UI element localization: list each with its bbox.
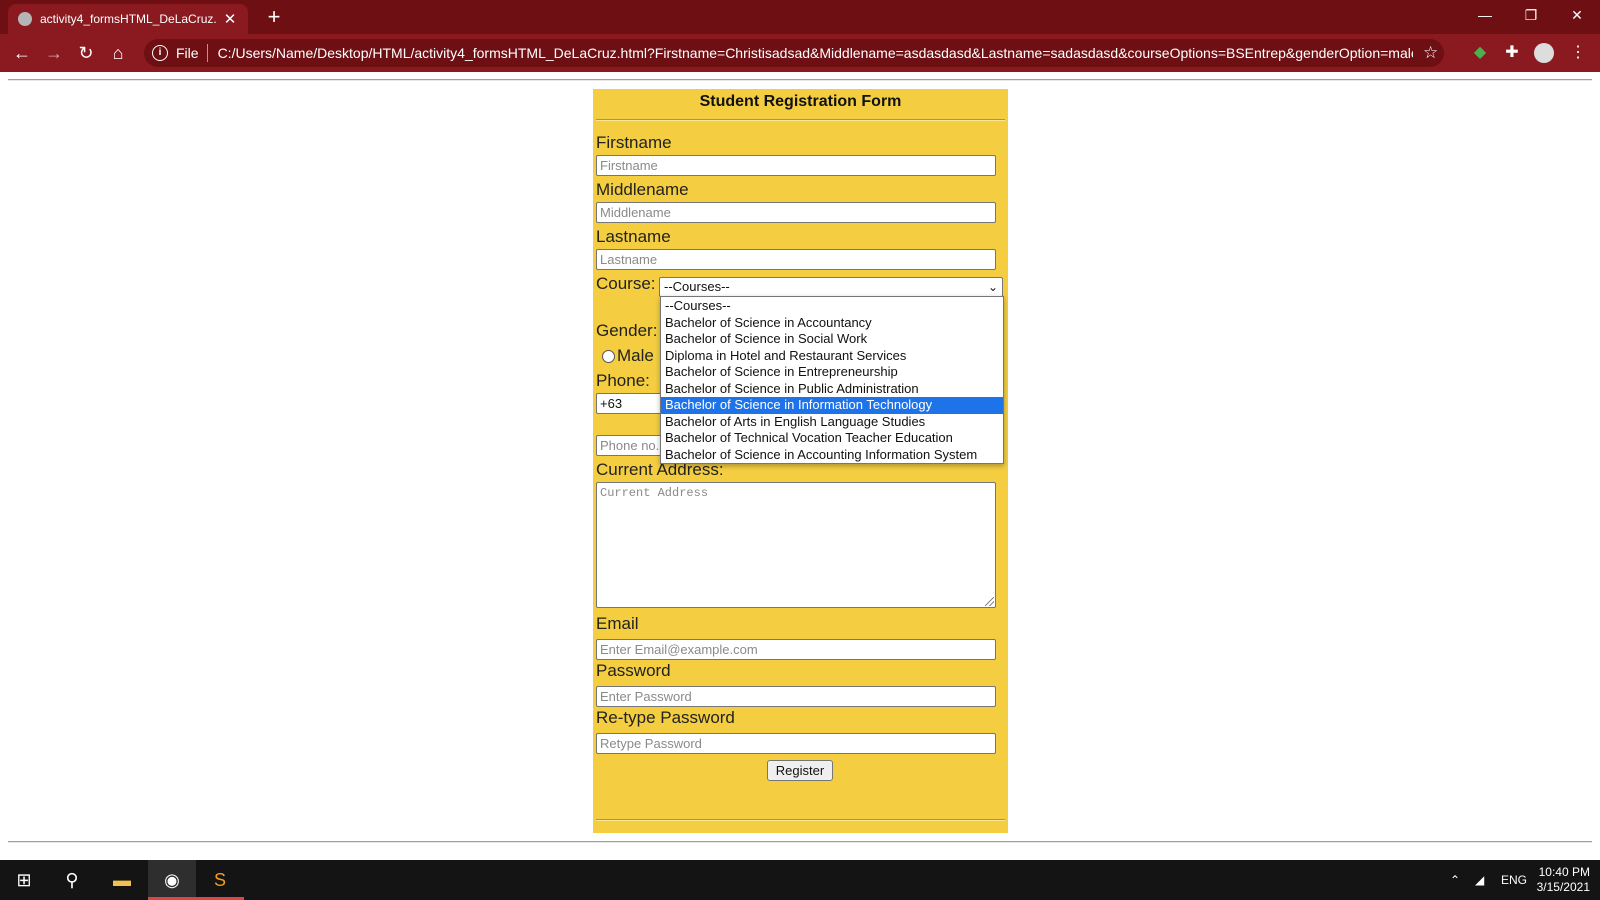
clock-time: 10:40 PM <box>1538 865 1590 879</box>
url-separator <box>206 44 208 62</box>
reload-icon[interactable]: ↻ <box>70 37 102 69</box>
home-icon[interactable]: ⌂ <box>102 37 134 69</box>
chrome-icon[interactable]: ◉ <box>148 860 196 900</box>
info-icon[interactable]: i <box>152 45 168 61</box>
address-textarea[interactable]: Current Address <box>596 482 996 608</box>
password-input[interactable]: Enter Password <box>596 686 996 707</box>
gender-male-radio[interactable] <box>602 350 615 363</box>
extension-icon[interactable]: ◆ <box>1468 41 1492 65</box>
form-title: Student Registration Form <box>699 93 902 110</box>
star-icon[interactable]: ☆ <box>1419 43 1443 63</box>
back-icon[interactable]: ← <box>6 37 38 69</box>
course-option[interactable]: Bachelor of Science in Accountancy <box>661 315 1003 332</box>
course-dropdown-list[interactable]: --Courses-- Bachelor of Science in Accoun… <box>660 296 1004 464</box>
course-option[interactable]: Bachelor of Science in Public Administra… <box>661 381 1003 398</box>
tray-chevron-icon[interactable]: ⌃ <box>1450 860 1460 900</box>
register-button[interactable]: Register <box>767 760 833 781</box>
retype-password-label: Re-type Password <box>596 708 735 727</box>
course-option[interactable]: Bachelor of Science in Entrepreneurship <box>661 364 1003 381</box>
clock-date: 3/15/2021 <box>1536 880 1590 894</box>
retype-password-input[interactable]: Retype Password <box>596 733 996 754</box>
address-placeholder: Current Address <box>600 486 709 500</box>
close-window-icon[interactable]: ✕ <box>1554 0 1600 30</box>
course-select[interactable]: --Courses-- ⌄ <box>659 277 1003 297</box>
resize-grip-icon[interactable] <box>985 597 994 606</box>
gender-male-label: Male <box>617 346 654 365</box>
clock[interactable]: 10:40 PM 3/15/2021 <box>1537 865 1590 895</box>
network-icon[interactable]: ◢ <box>1475 860 1484 900</box>
page-bottom-rule <box>8 841 1592 843</box>
course-option[interactable]: Bachelor of Science in Accounting Inform… <box>661 447 1003 464</box>
email-input[interactable]: Enter Email@example.com <box>596 639 996 660</box>
course-option[interactable]: --Courses-- <box>661 298 1003 315</box>
puzzle-icon[interactable]: ✚ <box>1500 41 1524 65</box>
file-explorer-icon[interactable]: ▬ <box>98 860 146 900</box>
minimize-icon[interactable]: — <box>1462 0 1508 30</box>
course-label: Course: <box>596 274 656 293</box>
url-scheme: File <box>176 45 199 61</box>
lastname-label: Lastname <box>596 227 671 246</box>
restore-icon[interactable]: ❐ <box>1508 0 1554 30</box>
course-selected-value: --Courses-- <box>664 279 730 294</box>
chevron-down-icon: ⌄ <box>987 280 998 294</box>
course-option[interactable]: Diploma in Hotel and Restaurant Services <box>661 348 1003 365</box>
lastname-input[interactable]: Lastname <box>596 249 996 270</box>
middlename-label: Middlename <box>596 180 689 199</box>
password-label: Password <box>596 661 671 680</box>
course-option[interactable]: Bachelor of Science in Information Techn… <box>661 397 1003 414</box>
course-option[interactable]: Bachelor of Arts in English Language Stu… <box>661 414 1003 431</box>
email-label: Email <box>596 614 639 633</box>
address-bar[interactable]: i File C:/Users/Name/Desktop/HTML/activi… <box>144 39 1444 67</box>
forward-icon[interactable]: → <box>38 37 70 69</box>
tab-close-icon[interactable]: ✕ <box>222 10 238 28</box>
middlename-input[interactable]: Middlename <box>596 202 996 223</box>
form-top-rule <box>596 119 1005 121</box>
profile-icon[interactable] <box>1532 41 1556 65</box>
page-favicon-icon <box>18 12 32 26</box>
language-indicator[interactable]: ENG <box>1501 860 1527 900</box>
browser-tab[interactable]: activity4_formsHTML_DeLaCruz.h ✕ <box>8 4 248 34</box>
course-option[interactable]: Bachelor of Science in Social Work <box>661 331 1003 348</box>
taskbar: ⊞ ⚲ ▬ ◉ S ⌃ ◢ ENG 10:40 PM 3/15/2021 <box>0 860 1600 900</box>
tab-title: activity4_formsHTML_DeLaCruz.h <box>40 12 216 26</box>
sublime-text-icon[interactable]: S <box>196 860 244 900</box>
phone-label: Phone: <box>596 371 650 390</box>
tab-strip: activity4_formsHTML_DeLaCruz.h ✕ + — ❐ ✕ <box>0 0 1600 34</box>
menu-icon[interactable]: ⋮ <box>1566 41 1590 65</box>
course-option[interactable]: Bachelor of Technical Vocation Teacher E… <box>661 430 1003 447</box>
firstname-label: Firstname <box>596 133 672 152</box>
search-icon[interactable]: ⚲ <box>48 860 96 900</box>
form-bottom-rule <box>596 819 1005 821</box>
page-top-rule <box>8 79 1592 81</box>
windows-start-icon[interactable]: ⊞ <box>0 860 48 900</box>
firstname-input[interactable]: Firstname <box>596 155 996 176</box>
gender-label: Gender: <box>596 321 658 340</box>
url-text[interactable]: C:/Users/Name/Desktop/HTML/activity4_for… <box>218 45 1413 61</box>
new-tab-button[interactable]: + <box>260 4 288 30</box>
